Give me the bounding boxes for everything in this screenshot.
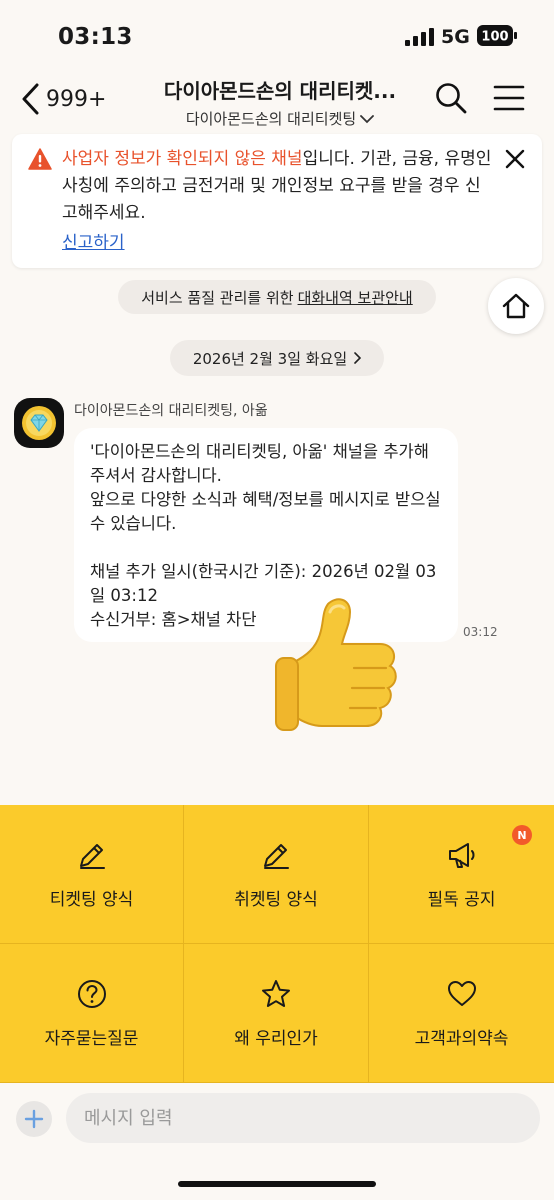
menu-item-ticketing-form[interactable]: 티켓팅 양식 <box>0 805 184 944</box>
search-icon[interactable] <box>434 81 468 115</box>
warning-message: 사업자 정보가 확인되지 않은 채널입니다. 기관, 금융, 유명인 사칭에 주… <box>62 146 494 227</box>
date-divider[interactable]: 2026년 2월 3일 화요일 <box>170 340 384 376</box>
menu-item-required-notice[interactable]: N 필독 공지 <box>369 805 554 944</box>
menu-item-why-us[interactable]: 왜 우리인가 <box>184 944 369 1083</box>
back-button[interactable]: 999+ <box>20 78 106 120</box>
message-time: 03:12 <box>463 625 498 639</box>
menu-item-customer-promise[interactable]: 고객과의약속 <box>369 944 554 1083</box>
status-bar: 03:13 5G 100 <box>0 0 554 72</box>
new-badge: N <box>512 825 532 845</box>
plus-icon <box>24 1109 44 1129</box>
pencil-icon <box>79 843 105 869</box>
heart-icon <box>447 980 476 1006</box>
report-link[interactable]: 신고하기 <box>62 228 125 253</box>
sender-name: 다이아몬드손의 대리티켓팅, 아옮 <box>74 403 268 419</box>
warning-icon <box>28 148 52 170</box>
retention-info-link[interactable]: 대화내역 보관안내 <box>298 287 413 308</box>
menu-item-label: 티켓팅 양식 <box>49 889 134 910</box>
battery-icon: 100 <box>477 25 517 46</box>
channel-home-button[interactable] <box>488 278 544 334</box>
menu-item-faq[interactable]: 자주묻는질문 <box>0 944 184 1083</box>
menu-item-label: 고객과의약속 <box>414 1028 509 1049</box>
home-icon <box>502 293 530 319</box>
unread-count: 999+ <box>46 86 107 112</box>
status-time: 03:13 <box>58 24 133 50</box>
diamond-logo-icon <box>22 406 56 440</box>
network-type: 5G <box>441 26 470 48</box>
menu-item-label: 취켓팅 양식 <box>234 889 318 910</box>
message-input-bar <box>0 1083 554 1200</box>
star-icon <box>262 979 290 1007</box>
unverified-channel-warning: 사업자 정보가 확인되지 않은 채널입니다. 기관, 금융, 유명인 사칭에 주… <box>12 134 542 268</box>
menu-item-label: 필독 공지 <box>427 889 496 910</box>
chevron-left-icon <box>22 83 39 115</box>
channel-menu: 티켓팅 양식 취켓팅 양식 N 필독 공지 자주묻는질문 왜 우리인가 고객과의… <box>0 805 554 1083</box>
home-indicator <box>178 1181 376 1187</box>
menu-item-label: 자주묻는질문 <box>44 1028 139 1049</box>
channel-selector[interactable]: 다이아몬드손의 대리티켓팅 <box>150 108 410 129</box>
attach-button[interactable] <box>16 1101 52 1137</box>
menu-icon[interactable] <box>492 81 526 115</box>
chat-title-area[interactable]: 다이아몬드손의 대리티켓... 다이아몬드손의 대리티켓팅 <box>150 75 410 129</box>
thumbs-up-emoji <box>275 598 397 731</box>
chat-title: 다이아몬드손의 대리티켓... <box>163 79 397 103</box>
channel-avatar[interactable] <box>14 398 64 448</box>
megaphone-icon <box>448 842 474 868</box>
pencil-icon <box>264 843 289 869</box>
chat-header: 999+ 다이아몬드손의 대리티켓... 다이아몬드손의 대리티켓팅 <box>0 72 554 128</box>
chevron-down-icon <box>360 114 375 123</box>
notice-text: 서비스 품질 관리를 위한 <box>141 288 294 307</box>
chevron-right-icon <box>354 352 362 364</box>
date-label: 2026년 2월 3일 화요일 <box>192 349 348 368</box>
signal-icon <box>405 28 434 46</box>
chat-subtitle: 다이아몬드손의 대리티켓팅 <box>185 110 357 128</box>
menu-item-cancel-ticketing-form[interactable]: 취켓팅 양식 <box>184 805 369 944</box>
menu-item-label: 왜 우리인가 <box>234 1028 318 1049</box>
chat-retention-notice: 서비스 품질 관리를 위한 대화내역 보관안내 <box>118 280 436 314</box>
battery-level: 100 <box>481 30 508 45</box>
warning-emphasis: 사업자 정보가 확인되지 않은 채널 <box>62 149 303 169</box>
message-input[interactable] <box>66 1093 540 1143</box>
close-icon[interactable] <box>502 146 528 172</box>
question-circle-icon <box>77 979 106 1008</box>
